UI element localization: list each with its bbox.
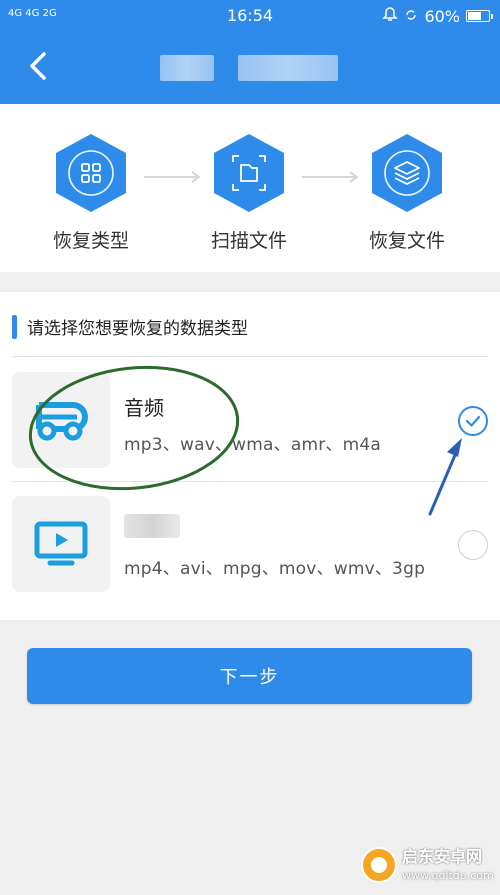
step-label: 扫描文件	[210, 230, 287, 252]
data-type-section: 请选择您想要恢复的数据类型 音频 mp3、wav、wma、amr、m4a mp4…	[0, 292, 500, 620]
step-restore-type: 恢复类型	[36, 132, 146, 253]
chevron-left-icon	[30, 52, 46, 80]
blurred-title-part	[160, 55, 214, 81]
section-title-text: 请选择您想要恢复的数据类型	[27, 319, 248, 339]
top-bar: 4G 4G 2G 16:54 60%	[0, 0, 500, 104]
steps-panel: 恢复类型 扫描文件 恢复文件	[0, 104, 500, 272]
back-button[interactable]	[18, 46, 58, 86]
divider	[12, 356, 488, 357]
hexagon-badge	[53, 132, 129, 214]
step-scan-files: 扫描文件	[194, 132, 304, 253]
sync-icon	[404, 7, 418, 26]
type-formats: mp4、avi、mpg、mov、wmv、3gp	[124, 559, 426, 579]
blurred-title-part	[238, 55, 338, 81]
section-title: 请选择您想要恢复的数据类型	[12, 314, 248, 339]
alarm-icon	[382, 6, 399, 26]
step-label: 恢复类型	[52, 230, 129, 252]
watermark: 启东安卓网 www.qdltdu.com	[360, 841, 494, 891]
music-icon	[36, 402, 88, 441]
step-label: 恢复文件	[368, 230, 445, 252]
type-name: 音频	[124, 396, 164, 420]
type-icon-box	[12, 496, 110, 592]
status-right: 60%	[382, 6, 493, 26]
watermark-logo-icon	[361, 847, 397, 883]
battery-icon	[466, 10, 493, 22]
select-radio-video[interactable]	[458, 530, 488, 560]
select-radio-audio[interactable]	[458, 406, 488, 436]
type-formats: mp3、wav、wma、amr、m4a	[124, 435, 381, 455]
blurred-type-name	[124, 514, 180, 538]
title-accent-bar	[12, 314, 17, 339]
type-row-video[interactable]: mp4、avi、mpg、mov、wmv、3gp	[12, 482, 488, 604]
battery-percent: 60%	[424, 6, 460, 26]
watermark-url: www.qdltdu.com	[402, 869, 494, 882]
next-step-button[interactable]: 下一步	[27, 648, 472, 704]
check-icon	[465, 415, 481, 427]
hexagon-badge	[369, 132, 445, 214]
type-icon-box	[12, 372, 110, 468]
status-bar: 4G 4G 2G 16:54 60%	[0, 0, 500, 32]
hexagon-badge	[211, 132, 287, 214]
step-restore-files: 恢复文件	[352, 132, 462, 253]
watermark-title: 启东安卓网	[402, 847, 483, 866]
type-row-audio[interactable]: 音频 mp3、wav、wma、amr、m4a	[12, 358, 488, 480]
video-icon	[34, 521, 88, 566]
